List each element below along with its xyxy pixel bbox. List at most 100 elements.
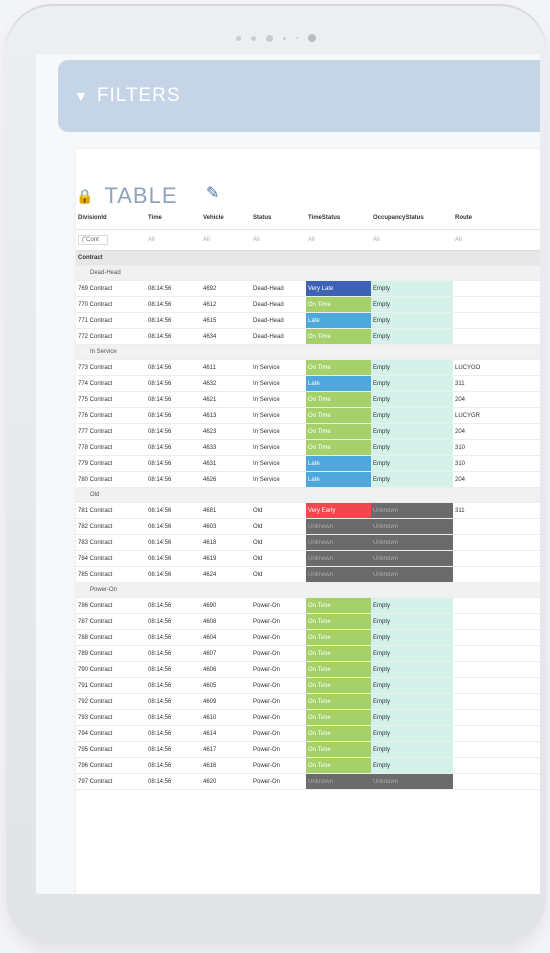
cell-route [453, 613, 540, 630]
filter-cell[interactable]: All [251, 229, 306, 251]
cell-timestatus: On Time [306, 725, 371, 742]
cell-status: Old [251, 518, 306, 535]
cell-route [453, 757, 540, 774]
subgroup-row[interactable]: Dead-Head [76, 265, 540, 281]
cell-time: 08:14:56 [146, 677, 201, 694]
cell-route [453, 518, 540, 535]
cell-occupancystatus: Empty [371, 439, 453, 456]
table-row[interactable]: 774 Contract 08:14:56 4632 In Service Late Em… [76, 375, 540, 392]
column-header-route[interactable]: Route [453, 207, 540, 230]
cell-occupancystatus: Empty [371, 455, 453, 472]
cell-vehicle: 4610 [201, 709, 251, 726]
cell-divisionid: 792 Contract [76, 693, 146, 710]
cell-route: LUCYGR [453, 407, 540, 424]
cell-occupancystatus: Empty [371, 328, 453, 345]
table-row[interactable]: 793 Contract 08:14:56 4610 Power-On On Time E… [76, 709, 540, 726]
table-row[interactable]: 775 Contract 08:14:56 4621 In Service On Tim… [76, 391, 540, 408]
cell-time: 08:14:56 [146, 391, 201, 408]
cell-occupancystatus: Empty [371, 693, 453, 710]
cell-occupancystatus: Empty [371, 757, 453, 774]
table-row[interactable]: 790 Contract 08:14:56 4606 Power-On On Time E… [76, 661, 540, 678]
table-row[interactable]: 769 Contract 08:14:56 4692 Dead-Head Very La… [76, 280, 540, 297]
table-row[interactable]: 787 Contract 08:14:56 4608 Power-On On Time E… [76, 613, 540, 630]
cell-vehicle: 4612 [201, 296, 251, 313]
column-header-status[interactable]: Status [251, 207, 306, 230]
cell-route [453, 597, 540, 614]
filter-cell[interactable]: All [306, 229, 371, 251]
cell-time: 08:14:56 [146, 645, 201, 662]
column-header-timestatus[interactable]: TimeStatus [306, 207, 371, 230]
column-header-occupancystatus[interactable]: OccupancyStatus [371, 207, 453, 230]
table-row[interactable]: 786 Contract 08:14:56 4690 Power-On On Time E… [76, 597, 540, 614]
table-row[interactable]: 776 Contract 08:14:56 4613 In Service On Tim… [76, 407, 540, 424]
table-row[interactable]: 784 Contract 08:14:56 4619 Old Unknown Unknow… [76, 550, 540, 567]
subgroup-row[interactable]: Power-On [76, 582, 540, 598]
table-row[interactable]: 780 Contract 08:14:56 4626 In Service Late Em… [76, 471, 540, 488]
lock-icon: 🔒 [76, 187, 95, 204]
cell-vehicle: 4624 [201, 566, 251, 583]
cell-time: 08:14:56 [146, 471, 201, 488]
table-row[interactable]: 771 Contract 08:14:56 4615 Dead-Head Late Emp… [76, 312, 540, 329]
cell-timestatus: On Time [306, 391, 371, 408]
table-row[interactable]: 788 Contract 08:14:56 4604 Power-On On Time E… [76, 629, 540, 646]
cell-status: Old [251, 550, 306, 567]
filter-cell[interactable]: All [201, 229, 251, 251]
table-row[interactable]: 791 Contract 08:14:56 4605 Power-On On Time E… [76, 677, 540, 694]
column-header-time[interactable]: Time [146, 207, 201, 230]
table-row[interactable]: 770 Contract 08:14:56 4612 Dead-Head On Time… [76, 296, 540, 313]
cell-occupancystatus: Unknown [371, 566, 453, 583]
table-row[interactable]: 796 Contract 08:14:56 4616 Power-On On Time E… [76, 757, 540, 774]
table-row[interactable]: 778 Contract 08:14:56 4633 In Service On Tim… [76, 439, 540, 456]
cell-occupancystatus: Unknown [371, 550, 453, 567]
filter-input-division[interactable]: ("Cont [78, 235, 108, 245]
cell-timestatus: On Time [306, 328, 371, 345]
cell-route: 311 [453, 375, 540, 392]
column-header-divisionid[interactable]: DivisionId [76, 207, 146, 230]
cell-vehicle: 4692 [201, 280, 251, 297]
table-row[interactable]: 795 Contract 08:14:56 4617 Power-On On Time E… [76, 741, 540, 758]
filters-bar[interactable]: ▼ FILTERS [58, 60, 540, 132]
tablet-frame: ▼ FILTERS 🔒 TABLE ✎ DivisionId Time Vehicl… [6, 4, 546, 944]
cell-vehicle: 4603 [201, 518, 251, 535]
cell-route [453, 629, 540, 646]
group-row[interactable]: Contract [76, 250, 540, 266]
header-row: DivisionId Time Vehicle Status TimeStatus Occ… [76, 207, 540, 230]
cell-route: LUCYGO [453, 359, 540, 376]
cell-vehicle: 4617 [201, 741, 251, 758]
edit-pencil-icon[interactable]: ✎ [206, 183, 219, 203]
table-row[interactable]: 783 Contract 08:14:56 4618 Old Unknown Unknow… [76, 534, 540, 551]
table-row[interactable]: 794 Contract 08:14:56 4614 Power-On On Time E… [76, 725, 540, 742]
table-row[interactable]: 797 Contract 08:14:56 4620 Power-On Unknown U… [76, 773, 540, 790]
cell-route: 204 [453, 423, 540, 440]
table-row[interactable]: 779 Contract 08:14:56 4631 In Service Late Em… [76, 455, 540, 472]
filter-cell-division[interactable]: ("Cont [76, 229, 146, 251]
table-row[interactable]: 785 Contract 08:14:56 4624 Old Unknown Unknow… [76, 566, 540, 583]
filter-cell[interactable]: All [371, 229, 453, 251]
cell-time: 08:14:56 [146, 439, 201, 456]
cell-occupancystatus: Empty [371, 280, 453, 297]
cell-timestatus: On Time [306, 741, 371, 758]
cell-vehicle: 4634 [201, 328, 251, 345]
cell-divisionid: 787 Contract [76, 613, 146, 630]
cell-status: Power-On [251, 645, 306, 662]
subgroup-row[interactable]: Old [76, 487, 540, 503]
cell-vehicle: 4608 [201, 613, 251, 630]
cell-route [453, 280, 540, 297]
subgroup-row[interactable]: In Service [76, 344, 540, 360]
filter-cell[interactable]: All [146, 229, 201, 251]
table-row[interactable]: 781 Contract 08:14:56 4681 Old Very Early Unk… [76, 502, 540, 519]
filter-cell[interactable]: All [453, 229, 540, 251]
table-row[interactable]: 773 Contract 08:14:56 4611 In Service On Tim… [76, 359, 540, 376]
table-row[interactable]: 789 Contract 08:14:56 4607 Power-On On Time E… [76, 645, 540, 662]
cell-status: Power-On [251, 709, 306, 726]
cell-occupancystatus: Empty [371, 645, 453, 662]
cell-divisionid: 775 Contract [76, 391, 146, 408]
cell-divisionid: 797 Contract [76, 773, 146, 790]
table-row[interactable]: 782 Contract 08:14:56 4603 Old Unknown Unknow… [76, 518, 540, 535]
table-row[interactable]: 792 Contract 08:14:56 4609 Power-On On Time E… [76, 693, 540, 710]
table-row[interactable]: 772 Contract 08:14:56 4634 Dead-Head On Time… [76, 328, 540, 345]
table-row[interactable]: 777 Contract 08:14:56 4623 In Service On Tim… [76, 423, 540, 440]
column-header-vehicle[interactable]: Vehicle [201, 207, 251, 230]
cell-occupancystatus: Empty [371, 597, 453, 614]
cell-occupancystatus: Empty [371, 709, 453, 726]
